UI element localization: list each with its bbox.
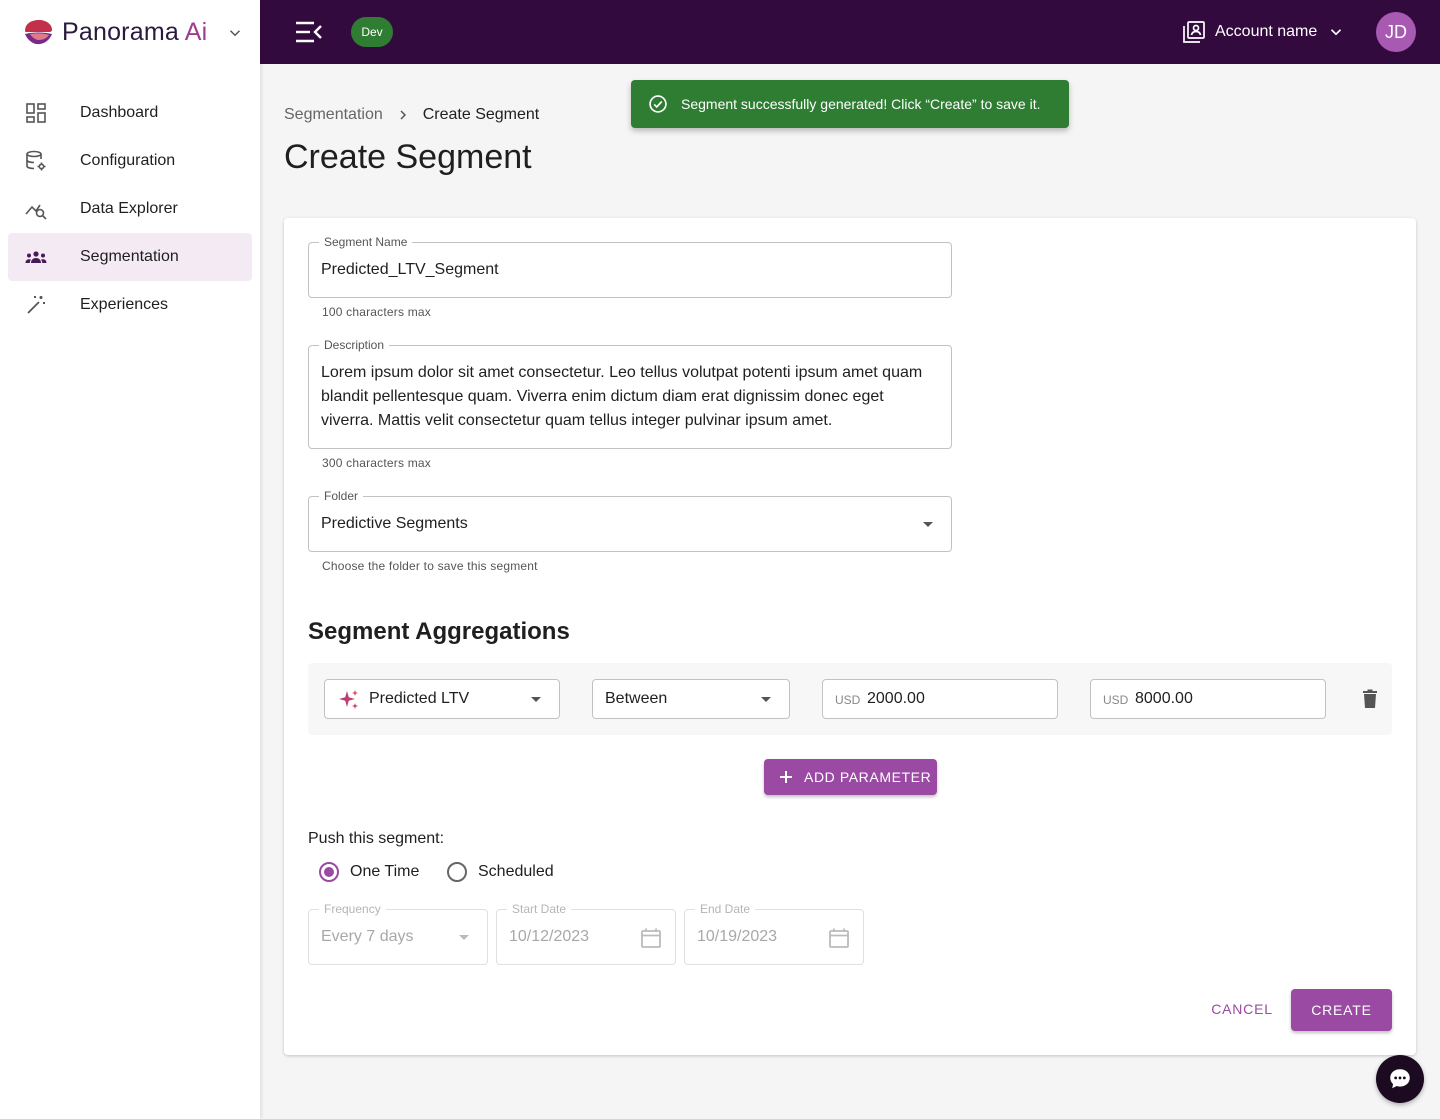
avatar[interactable]: JD xyxy=(1376,12,1416,52)
segment-aggregations-title: Segment Aggregations xyxy=(308,618,570,645)
page-title: Create Segment xyxy=(284,138,532,176)
currency-prefix: USD xyxy=(835,693,861,707)
magic-wand-icon xyxy=(27,296,45,314)
dropdown-arrow-icon xyxy=(761,697,771,702)
sidebar-item-experiences[interactable]: Experiences xyxy=(8,281,252,329)
dropdown-arrow-icon xyxy=(531,697,541,702)
end-date-label: End Date xyxy=(695,902,756,916)
description-helper: 300 characters max xyxy=(322,456,431,470)
toast-message: Segment successfully generated! Click “C… xyxy=(681,96,1041,112)
attribute-select[interactable]: Predicted LTV xyxy=(324,679,560,719)
groups-icon xyxy=(25,251,47,263)
start-date-value: 10/12/2023 xyxy=(509,928,590,945)
create-segment-card: Segment Name Predicted_LTV_Segment 100 c… xyxy=(284,218,1416,1055)
description-label: Description xyxy=(319,338,390,352)
operator-selected-value: Between xyxy=(605,690,668,707)
folder-select[interactable]: Folder Predictive Segments xyxy=(308,489,952,552)
add-parameter-button[interactable]: ADD PARAMETER xyxy=(764,759,937,795)
max-value-field[interactable]: USD 8000.00 xyxy=(1090,679,1326,719)
segment-name-helper: 100 characters max xyxy=(322,305,431,319)
currency-prefix: USD xyxy=(1103,693,1129,707)
aggregation-row: Predicted LTV Between USD 2000.00 USD 80… xyxy=(308,663,1392,735)
sidebar-item-label: Segmentation xyxy=(80,248,179,265)
sidebar-item-label: Dashboard xyxy=(80,104,159,121)
sidebar: Panorama Ai Dashboard Configuration Data… xyxy=(0,0,260,1119)
description-field[interactable]: Description Lorem ipsum dolor sit amet c… xyxy=(308,338,952,449)
start-date-field: Start Date 10/12/2023 xyxy=(496,902,676,965)
end-date-value: 10/19/2023 xyxy=(697,928,778,945)
dashboard-icon xyxy=(26,103,46,123)
account-book-icon xyxy=(1183,21,1205,43)
menu-collapse-icon[interactable] xyxy=(295,20,323,44)
folder-helper: Choose the folder to save this segment xyxy=(322,559,538,573)
chat-button[interactable] xyxy=(1376,1055,1424,1103)
sparkle-icon xyxy=(339,690,358,709)
folder-selected-value: Predictive Segments xyxy=(321,515,468,532)
folder-label: Folder xyxy=(319,489,364,503)
account-name: Account name xyxy=(1215,23,1318,40)
sidebar-item-data-explorer[interactable]: Data Explorer xyxy=(8,185,252,233)
chat-bubble-icon xyxy=(1390,1069,1410,1089)
segment-name-label: Segment Name xyxy=(319,235,413,249)
dropdown-arrow-icon xyxy=(923,522,933,527)
attribute-selected-value: Predicted LTV xyxy=(369,690,470,707)
chart-search-icon xyxy=(25,204,47,220)
environment-badge: Dev xyxy=(351,17,393,47)
success-toast: Segment successfully generated! Click “C… xyxy=(631,80,1069,128)
max-value-input[interactable]: 8000.00 xyxy=(1135,690,1193,708)
chevron-down-icon[interactable] xyxy=(226,24,244,42)
sidebar-item-label: Data Explorer xyxy=(80,200,178,217)
min-value-input[interactable]: 2000.00 xyxy=(867,690,925,708)
trash-icon[interactable] xyxy=(1358,687,1382,711)
plus-icon xyxy=(780,771,792,783)
breadcrumb-current: Create Segment xyxy=(422,106,540,123)
start-date-label: Start Date xyxy=(507,902,572,916)
frequency-label: Frequency xyxy=(319,902,386,916)
check-circle-icon xyxy=(649,95,667,113)
radio-scheduled[interactable]: Scheduled xyxy=(447,860,554,884)
radio-button[interactable] xyxy=(447,862,467,882)
brand[interactable]: Panorama Ai xyxy=(0,0,260,64)
breadcrumb: Segmentation Create Segment xyxy=(284,106,539,124)
chevron-down-icon xyxy=(1331,29,1342,36)
dropdown-arrow-icon xyxy=(459,935,469,940)
database-gear-icon xyxy=(26,150,46,171)
panorama-logo-icon xyxy=(25,20,52,45)
frequency-select: Frequency Every 7 days xyxy=(308,902,488,965)
radio-one-time[interactable]: One Time xyxy=(319,860,419,884)
topbar: Dev Account name JD xyxy=(260,0,1440,64)
breadcrumb-segmentation-link[interactable]: Segmentation xyxy=(284,106,383,124)
min-value-field[interactable]: USD 2000.00 xyxy=(822,679,1058,719)
radio-label: Scheduled xyxy=(478,863,554,880)
radio-label: One Time xyxy=(350,863,420,880)
create-button[interactable]: CREATE xyxy=(1291,989,1392,1031)
calendar-icon xyxy=(641,928,661,948)
end-date-field: End Date 10/19/2023 xyxy=(684,902,864,965)
radio-button[interactable] xyxy=(319,862,339,882)
segment-name-input[interactable]: Predicted_LTV_Segment xyxy=(321,261,499,279)
sidebar-item-label: Configuration xyxy=(80,152,176,169)
account-menu[interactable]: Account name xyxy=(1182,20,1345,44)
operator-select[interactable]: Between xyxy=(592,679,790,719)
frequency-value: Every 7 days xyxy=(321,928,414,945)
sidebar-item-configuration[interactable]: Configuration xyxy=(8,137,252,185)
sidebar-item-dashboard[interactable]: Dashboard xyxy=(8,89,252,137)
sidebar-item-segmentation[interactable]: Segmentation xyxy=(8,233,252,281)
push-segment-label: Push this segment: xyxy=(308,830,445,847)
add-parameter-label: ADD PARAMETER xyxy=(804,769,932,785)
sidebar-nav: Dashboard Configuration Data Explorer Se… xyxy=(0,89,260,329)
calendar-icon xyxy=(829,928,849,948)
segment-name-field[interactable]: Segment Name Predicted_LTV_Segment xyxy=(308,235,952,298)
cancel-button[interactable]: CANCEL xyxy=(1200,989,1284,1029)
brand-name: Panorama Ai xyxy=(62,17,208,46)
sidebar-item-label: Experiences xyxy=(80,296,169,313)
description-textarea[interactable]: Lorem ipsum dolor sit amet consectetur. … xyxy=(321,361,939,433)
chevron-right-icon xyxy=(400,110,406,120)
